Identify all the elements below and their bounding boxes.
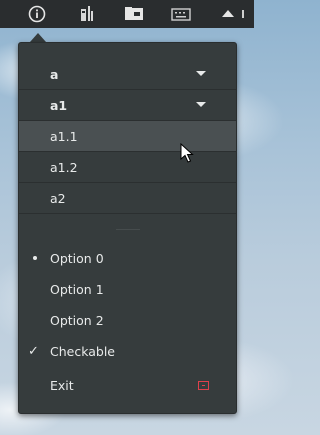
mouse-cursor-icon xyxy=(180,142,194,167)
menu-item-a1-2[interactable]: a1.2 xyxy=(19,152,236,182)
menu-separator xyxy=(19,213,236,214)
section-divider xyxy=(116,229,140,230)
chevron-down-icon xyxy=(196,102,206,107)
option-label: Option 2 xyxy=(50,312,104,328)
checkable-item[interactable]: ✓ Checkable xyxy=(19,336,236,366)
checkable-label: Checkable xyxy=(50,343,115,359)
option-label: Option 1 xyxy=(50,281,104,297)
tray-menu: a a1 a1.1 a1.2 a2 Option 0 Option 1 Opti… xyxy=(18,42,237,414)
radio-bullet-icon xyxy=(33,256,37,260)
menu-item-a1[interactable]: a1 xyxy=(19,90,236,120)
top-panel xyxy=(0,0,254,28)
info-icon[interactable] xyxy=(27,4,47,24)
option-label: Option 0 xyxy=(50,250,104,266)
tray-expand-icon[interactable] xyxy=(218,4,238,24)
menu-item-a2[interactable]: a2 xyxy=(19,183,236,213)
exit-icon xyxy=(198,380,209,390)
volume-icon[interactable] xyxy=(77,4,97,24)
chevron-down-icon xyxy=(196,71,206,76)
checkmark-icon: ✓ xyxy=(28,343,39,359)
radio-option-1[interactable]: Option 1 xyxy=(19,274,236,304)
radio-option-0[interactable]: Option 0 xyxy=(19,243,236,273)
keyboard-icon[interactable] xyxy=(171,4,191,24)
menu-item-label: a1.2 xyxy=(50,159,78,175)
tray-overflow-icon[interactable] xyxy=(236,4,250,24)
menu-pointer xyxy=(30,33,46,42)
menu-item-label: a xyxy=(50,66,59,82)
exit-label: Exit xyxy=(50,377,74,393)
folder-icon[interactable] xyxy=(124,4,144,24)
menu-item-label: a2 xyxy=(50,190,66,206)
menu-item-label: a1 xyxy=(50,97,68,113)
radio-option-2[interactable]: Option 2 xyxy=(19,305,236,335)
menu-item-a1-1[interactable]: a1.1 xyxy=(19,121,236,151)
exit-item[interactable]: Exit xyxy=(19,370,236,400)
menu-item-a[interactable]: a xyxy=(19,59,236,89)
menu-item-label: a1.1 xyxy=(50,128,78,144)
